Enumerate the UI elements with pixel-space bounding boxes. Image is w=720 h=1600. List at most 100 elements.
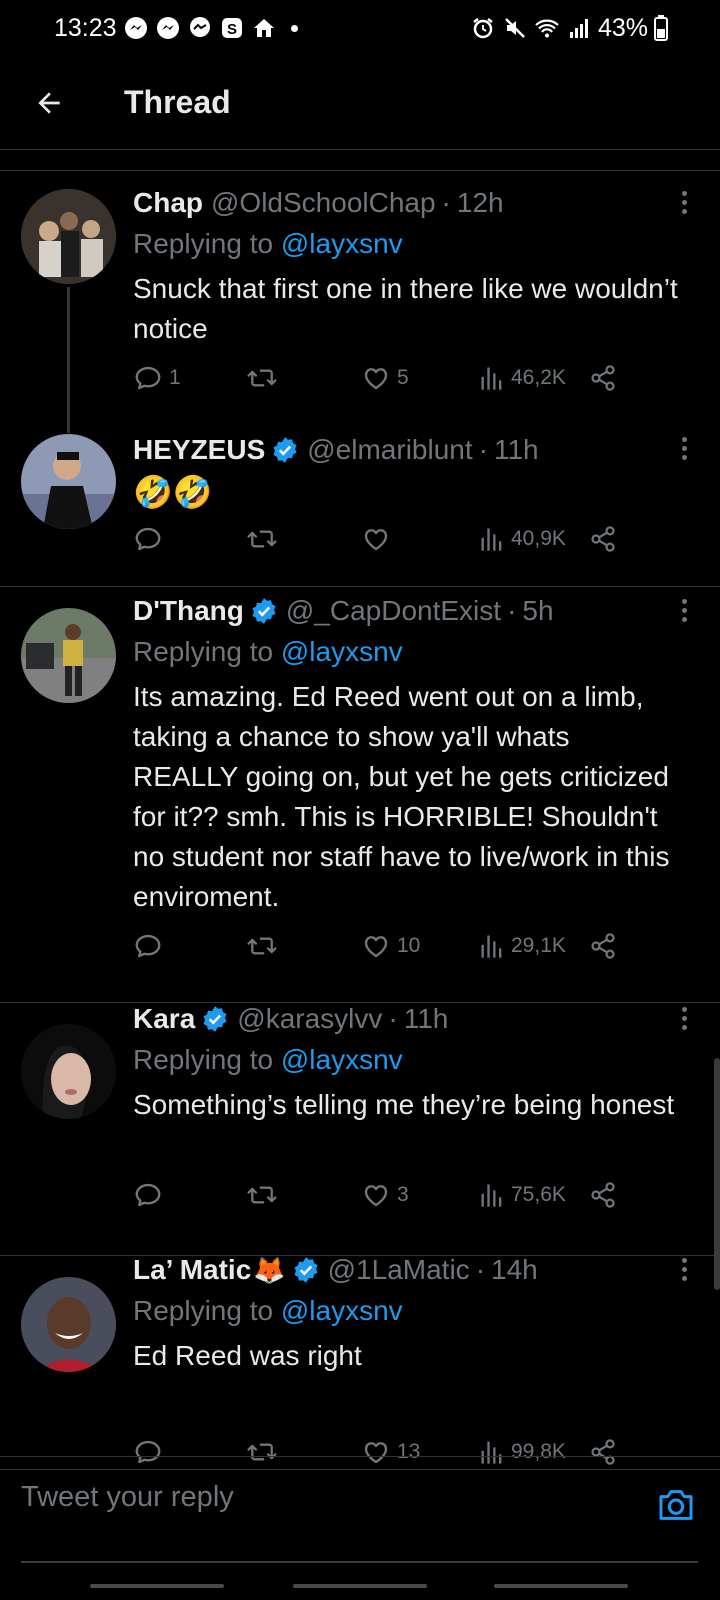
author-name[interactable]: HEYZEUS (133, 434, 265, 466)
more-options-button[interactable] (674, 187, 694, 217)
separator-dot: · (388, 1003, 398, 1034)
fox-emoji: 🦊 (253, 1254, 286, 1285)
heart-icon (361, 931, 391, 961)
views-count: 46,2K (511, 366, 566, 389)
reply-composer: Tweet your reply (0, 1456, 720, 1563)
share-button[interactable] (589, 358, 617, 398)
replying-to: Replying to @layxsnv (133, 223, 680, 265)
tweet-time: 5h (522, 595, 554, 626)
replies-count: 1 (169, 366, 181, 389)
reply-button[interactable] (133, 1175, 169, 1215)
tweet-item[interactable]: HEYZEUS @elmariblunt · 11h 🤣🤣 40,9K (0, 421, 720, 587)
nav-home-button[interactable] (293, 1584, 427, 1588)
replying-to-handle[interactable]: @layxsnv (281, 1044, 403, 1075)
more-options-button[interactable] (674, 595, 694, 625)
retweet-button[interactable] (245, 519, 285, 559)
tweet-item[interactable]: Kara @karasylvv · 11h Replying to @layxs… (0, 1003, 720, 1256)
system-nav-bar (0, 1560, 720, 1600)
avatar[interactable] (21, 434, 116, 529)
s-app-icon: S (219, 15, 245, 41)
retweet-button[interactable] (245, 1175, 285, 1215)
avatar[interactable] (21, 608, 116, 703)
heart-icon (361, 363, 391, 393)
separator-dot: · (441, 187, 451, 218)
retweet-button[interactable] (245, 926, 285, 966)
views-button[interactable]: 29,1K (479, 926, 566, 966)
author-name[interactable]: Kara (133, 1003, 195, 1035)
tweet-text: Its amazing. Ed Reed went out on a limb,… (133, 681, 670, 912)
status-time: 13:23 (54, 13, 117, 42)
author-name[interactable]: La’ Matic (133, 1254, 251, 1286)
reply-icon (133, 1180, 163, 1210)
messenger-icon (123, 15, 149, 41)
top-app-bar: Thread (0, 56, 720, 150)
share-button[interactable] (589, 1175, 617, 1215)
views-icon (479, 1181, 505, 1209)
svg-text:S: S (227, 21, 237, 38)
avatar[interactable] (21, 1024, 116, 1119)
tweet-time: 11h (403, 1003, 449, 1034)
replying-to-label: Replying to (133, 1295, 274, 1326)
chat-icon (187, 15, 213, 41)
avatar[interactable] (21, 189, 116, 284)
views-button[interactable]: 40,9K (479, 519, 566, 559)
tweet-text: Something’s telling me they’re being hon… (133, 1089, 675, 1120)
replying-to-handle[interactable]: @layxsnv (281, 1295, 403, 1326)
author-handle[interactable]: @_CapDontExist (286, 595, 501, 627)
author-handle[interactable]: @1LaMatic (328, 1254, 470, 1286)
replying-to-handle[interactable]: @layxsnv (281, 228, 403, 259)
reply-input[interactable]: Tweet your reply (21, 1481, 234, 1514)
status-bar: 13:23 S 43% (0, 0, 720, 56)
views-button[interactable]: 46,2K (479, 358, 566, 398)
more-options-button[interactable] (674, 433, 694, 463)
reply-button[interactable]: 1 (133, 358, 181, 398)
share-icon (589, 364, 617, 392)
mute-icon (502, 15, 528, 41)
nav-back-button[interactable] (494, 1584, 628, 1588)
verified-badge-icon (273, 437, 297, 463)
replying-to-label: Replying to (133, 636, 274, 667)
author-name[interactable]: Chap (133, 187, 203, 219)
tweet-actions: 3 75,6K (133, 1175, 633, 1215)
reply-icon (133, 524, 163, 554)
page-title: Thread (124, 84, 231, 120)
author-handle[interactable]: @elmariblunt (307, 434, 472, 466)
like-button[interactable] (361, 519, 397, 559)
nav-recents-button[interactable] (90, 1584, 224, 1588)
views-button[interactable]: 75,6K (479, 1175, 566, 1215)
author-handle[interactable]: @OldSchoolChap (211, 187, 436, 219)
tweet-item[interactable]: Chap @OldSchoolChap · 12h Replying to @l… (0, 171, 720, 433)
share-button[interactable] (589, 926, 617, 966)
back-button[interactable] (24, 78, 74, 128)
replying-to: Replying to @layxsnv (133, 1039, 680, 1081)
share-icon (589, 1181, 617, 1209)
tweet-item[interactable]: D'Thang @_CapDontExist · 5h Replying to … (0, 587, 720, 1003)
replying-to-handle[interactable]: @layxsnv (281, 636, 403, 667)
thread-connector (67, 287, 70, 433)
tweet-time: 12h (456, 187, 504, 218)
like-button[interactable]: 3 (361, 1175, 409, 1215)
views-icon (479, 525, 505, 553)
reply-button[interactable] (133, 926, 169, 966)
scrollbar[interactable] (714, 1058, 720, 1290)
tweet-actions: 10 29,1K (133, 926, 633, 966)
avatar[interactable] (21, 1277, 116, 1372)
share-icon (589, 932, 617, 960)
retweet-button[interactable] (245, 358, 285, 398)
alarm-icon (470, 15, 496, 41)
reply-button[interactable] (133, 519, 169, 559)
author-name[interactable]: D'Thang (133, 595, 244, 627)
like-button[interactable]: 5 (361, 358, 409, 398)
reply-icon (133, 931, 163, 961)
tweet-header: D'Thang @_CapDontExist · 5h (133, 591, 680, 631)
more-options-button[interactable] (674, 1254, 694, 1284)
camera-button[interactable] (656, 1485, 696, 1525)
author-handle[interactable]: @karasylvv (237, 1003, 382, 1035)
more-options-button[interactable] (674, 1003, 694, 1033)
share-button[interactable] (589, 519, 617, 559)
like-button[interactable]: 10 (361, 926, 420, 966)
tweet-text: 🤣🤣 (133, 474, 213, 510)
tweet-item[interactable]: La’ Matic 🦊 @1LaMatic · 14h Replying to … (0, 1254, 720, 1470)
battery-icon (654, 15, 668, 41)
likes-count: 10 (397, 934, 421, 957)
